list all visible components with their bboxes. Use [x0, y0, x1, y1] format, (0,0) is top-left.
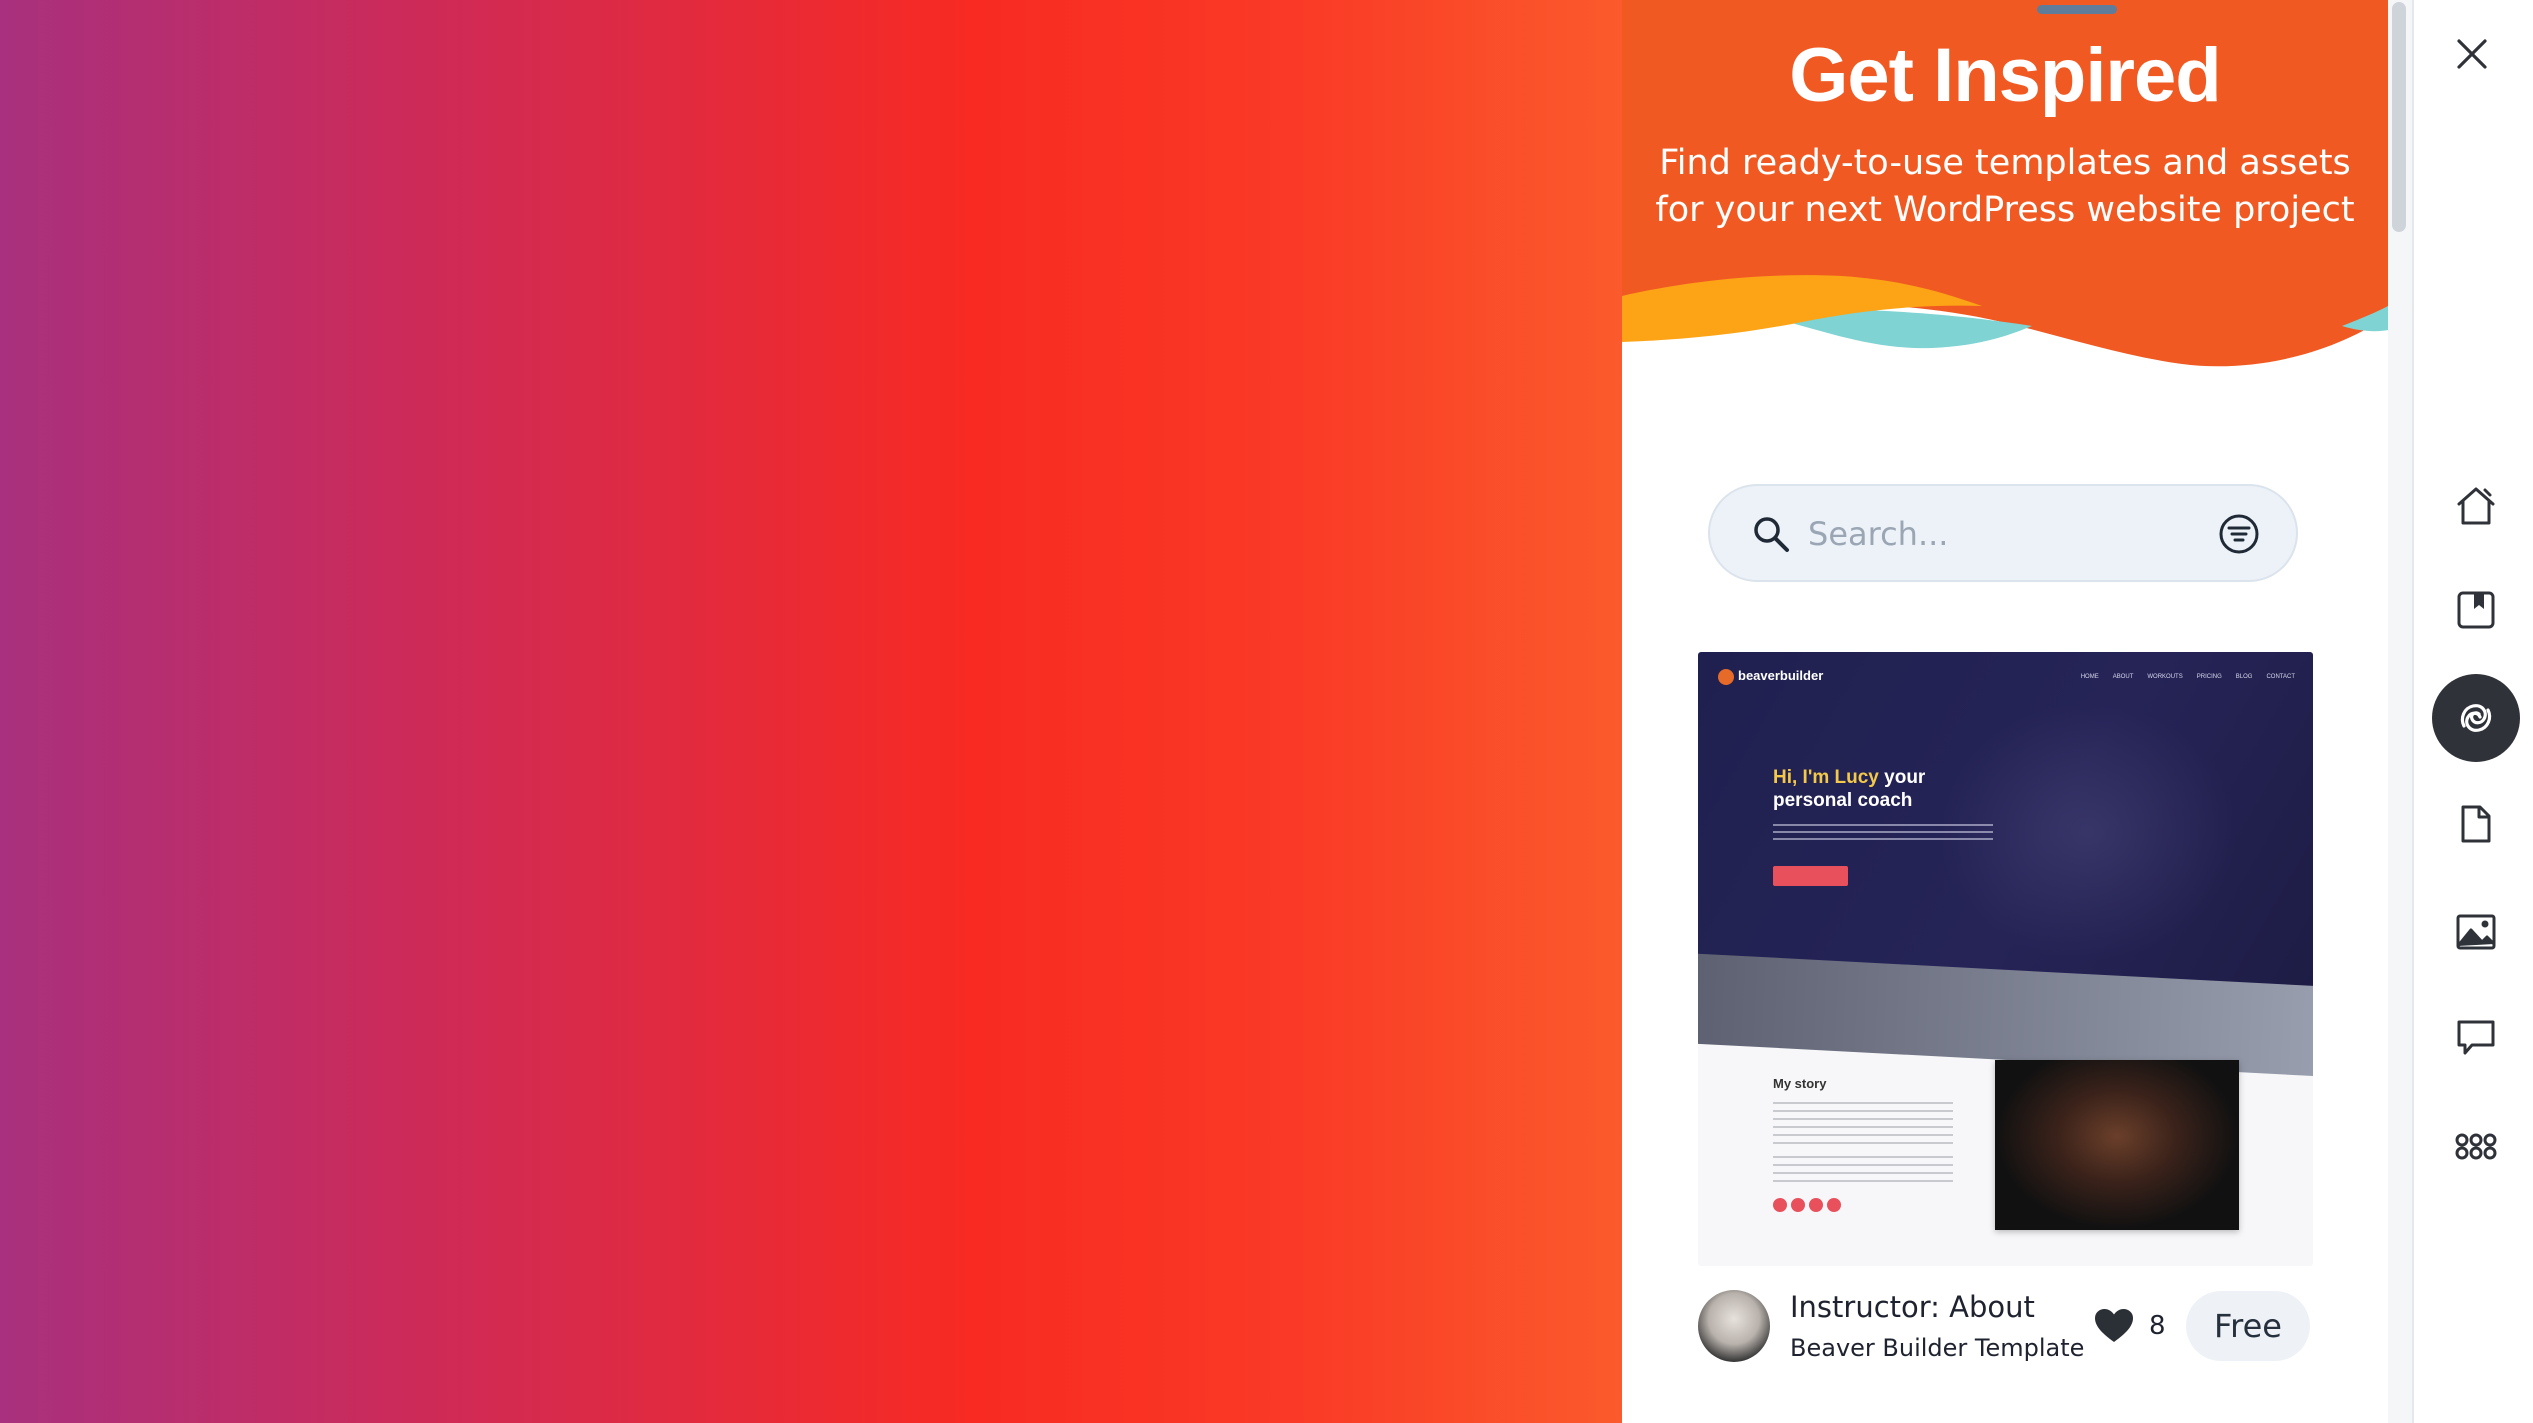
preview-social-dots	[1773, 1198, 1841, 1212]
preview-story-text	[1773, 1102, 1953, 1144]
preview-story-text	[1773, 1156, 1953, 1184]
heart-icon[interactable]	[2094, 1308, 2134, 1344]
apps-grid-icon	[2455, 1133, 2497, 1160]
preview-nav: HOME ABOUT WORKOUTS PRICING BLOG CONTACT	[2081, 674, 2295, 680]
preview-logo: beaverbuilder	[1718, 668, 1823, 685]
preview-nav-item: CONTACT	[2266, 674, 2295, 680]
preview-logo-mark-icon	[1718, 668, 1734, 685]
subtitle-line-2: for your next WordPress website project	[1655, 190, 2355, 230]
template-title[interactable]: Instructor: About	[1790, 1290, 2035, 1324]
search-icon	[1754, 517, 1789, 552]
filter-icon[interactable]	[2218, 513, 2260, 555]
preview-hero-text	[1773, 824, 1993, 842]
preview-nav-item: BLOG	[2235, 674, 2253, 680]
scrollbar[interactable]	[2388, 0, 2412, 1423]
sidebar	[2414, 0, 2533, 1423]
sidebar-item-inspire[interactable]	[2432, 674, 2520, 762]
sidebar-item-pages[interactable]	[2432, 780, 2520, 868]
price-badge[interactable]: Free	[2186, 1291, 2310, 1361]
sidebar-item-apps[interactable]	[2432, 1102, 2520, 1190]
close-icon[interactable]	[2454, 36, 2490, 72]
search-bar	[1708, 484, 2298, 582]
social-dot	[1809, 1198, 1823, 1212]
preview-nav-item: PRICING	[2196, 674, 2222, 680]
sidebar-item-media[interactable]	[2432, 888, 2520, 976]
preview-logo-text: beaverbuilder	[1738, 668, 1824, 683]
preview-nav-item: ABOUT	[2112, 674, 2134, 680]
likes-count: 8	[2149, 1311, 2166, 1341]
preview-nav-item: HOME	[2080, 674, 2099, 680]
search-input[interactable]	[1806, 508, 2200, 560]
page-title: Get Inspired	[1789, 33, 2221, 118]
bookmark-icon	[2457, 591, 2495, 629]
sidebar-item-chat[interactable]	[2432, 994, 2520, 1082]
social-dot	[1773, 1198, 1787, 1212]
preview-section-title: My story	[1773, 1076, 1827, 1091]
image-icon	[2456, 914, 2496, 950]
inspiration-panel: Get Inspired Find ready-to-use templates…	[1622, 0, 2388, 1423]
preview-portrait-photo	[1995, 1060, 2239, 1230]
home-icon	[2457, 487, 2495, 525]
scrollbar-thumb[interactable]	[2392, 2, 2406, 232]
avatar[interactable]	[1698, 1290, 1770, 1362]
drag-handle[interactable]	[2037, 5, 2117, 14]
template-preview-image[interactable]: beaverbuilder HOME ABOUT WORKOUTS PRICIN…	[1698, 652, 2313, 1266]
preview-hero-highlight: Hi, I'm Lucy	[1773, 767, 1879, 788]
chat-icon	[2457, 1020, 2495, 1055]
sidebar-item-saved[interactable]	[2432, 566, 2520, 654]
inspire-swirl-icon	[2460, 704, 2492, 732]
social-dot	[1827, 1198, 1841, 1212]
subtitle-line-1: Find ready-to-use templates and assets	[1659, 143, 2351, 183]
page-subtitle: Find ready-to-use templates and assets f…	[1622, 140, 2388, 234]
page-icon	[2461, 805, 2491, 843]
preview-nav-item: WORKOUTS	[2147, 674, 2183, 680]
sidebar-item-home[interactable]	[2432, 462, 2520, 550]
preview-hero-title: Hi, I'm Lucy your personal coach	[1773, 766, 1993, 812]
social-dot	[1791, 1198, 1805, 1212]
preview-hero-button	[1773, 866, 1848, 886]
page-background	[0, 0, 1622, 1423]
template-subtitle: Beaver Builder Template	[1790, 1334, 2085, 1362]
